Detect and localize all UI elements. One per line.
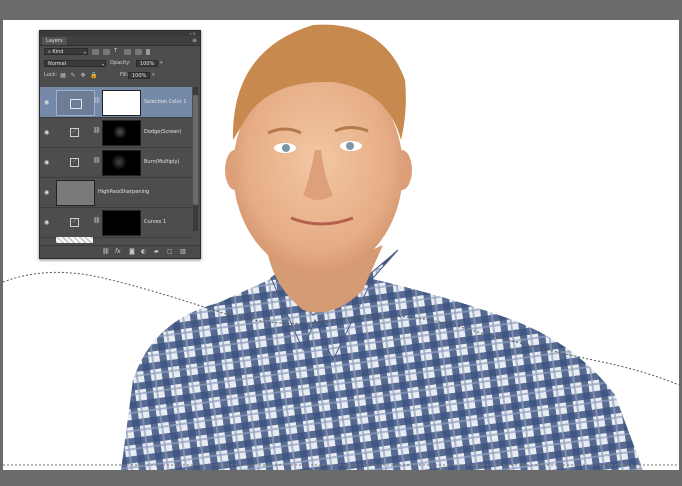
mask-link-icon[interactable]: ⛓ [93,97,101,104]
lock-label: Lock: [44,72,58,78]
filter-shape-icon[interactable] [124,49,131,55]
folder-icon[interactable]: ▰ [154,248,159,255]
adjustment-thumbnail [56,90,95,116]
filter-type-icon[interactable]: T [114,48,117,55]
layers-bottom-toolbar: ⛓ fx ◙ ◐ ▰ ▢ ▥ [40,245,200,258]
opacity-input[interactable]: 100% [136,60,158,67]
visibility-eye-icon[interactable]: ◉ [44,129,49,136]
layer-mask-thumbnail[interactable] [102,120,141,146]
adjustment-icon[interactable]: ◐ [141,248,146,255]
lock-paint-icon[interactable]: ✎ [70,73,76,79]
lock-all-icon[interactable]: 🔒 [90,73,97,79]
layer-list: ◉ ⛓ Selection Color 1 ◉ ⟋ ⛓ Dodge(Screen… [40,87,192,258]
layer-highpass-sharpening[interactable]: ◉ HighPassSharpening [40,177,192,208]
layer-burn-multiply[interactable]: ◉ ⟋ ⛓ Burn(Multiply) [40,147,192,178]
layers-panel: «× Layers ≡ ⌕ Kind ▾ T Normal ▾ Opacity:… [39,30,201,259]
visibility-eye-icon[interactable]: ◉ [44,189,49,196]
fill-input[interactable]: 100% [128,72,150,79]
link-icon[interactable]: ⛓ [102,248,110,255]
tab-layers[interactable]: Layers [42,37,67,45]
lock-row: Lock: ▦ ✎ ✥ 🔒 Fill: 100% ▾ [40,70,200,82]
fx-icon[interactable]: fx [115,248,121,255]
shirt-body [121,278,643,470]
layer-name[interactable]: Selection Color 1 [144,99,186,105]
layers-scrollbar[interactable] [193,87,198,231]
blend-mode-value: Normal [48,61,67,67]
layers-tab-bar: Layers ≡ [40,36,200,46]
panel-menu-icon[interactable]: ≡ [192,37,197,44]
chevron-down-icon: ▾ [83,50,86,55]
opacity-label: Opacity: [110,60,131,66]
layer-name[interactable]: Curves 1 [144,219,166,225]
curves-adjustment-icon: ⟋ [70,218,79,227]
layer-mask-thumbnail[interactable] [102,150,141,176]
filter-pixel-icon[interactable] [92,49,99,55]
layer-curves-1[interactable]: ◉ ⟋ ⛓ Curves 1 [40,207,192,238]
fill-dropdown-icon[interactable]: ▾ [152,72,155,79]
new-layer-icon[interactable]: ▢ [167,248,173,255]
lock-move-icon[interactable]: ✥ [80,73,86,79]
scrollbar-thumb[interactable] [193,95,198,205]
filter-row: ⌕ Kind ▾ T [40,46,200,58]
layer-name[interactable]: Burn(Multiply) [144,159,179,165]
partial-layer-thumbnail [56,237,93,243]
mask-link-icon[interactable]: ⛓ [93,127,101,134]
visibility-eye-icon[interactable]: ◉ [44,219,49,226]
layer-name[interactable]: HighPassSharpening [98,189,149,195]
layer-mask-thumbnail[interactable] [102,90,141,116]
mask-link-icon[interactable]: ⛓ [93,157,101,164]
visibility-eye-icon[interactable]: ◉ [44,159,49,166]
mask-link-icon[interactable]: ⛓ [93,217,101,224]
filter-adjustment-icon[interactable] [103,49,110,55]
chevron-down-icon: ▾ [101,62,104,67]
filter-toggle-icon[interactable] [146,49,150,55]
curves-adjustment-icon: ⟋ [70,128,79,137]
filter-smart-object-icon[interactable] [135,49,142,55]
curves-adjustment-icon: ⟋ [70,158,79,167]
blend-mode-dropdown[interactable]: Normal ▾ [44,60,106,67]
filter-kind-value: Kind [52,49,64,55]
opacity-dropdown-icon[interactable]: ▾ [160,60,163,67]
visibility-eye-icon[interactable]: ◉ [44,99,49,106]
layer-thumbnail [56,180,95,206]
layer-name[interactable]: Dodge(Screen) [144,129,181,135]
layer-mask-thumbnail[interactable] [102,210,141,236]
layer-dodge-screen[interactable]: ◉ ⟋ ⛓ Dodge(Screen) [40,117,192,148]
trash-icon[interactable]: ▥ [180,248,186,255]
mask-icon[interactable]: ◙ [129,248,135,255]
filter-kind-dropdown[interactable]: ⌕ Kind ▾ [44,48,88,55]
blend-row: Normal ▾ Opacity: 100% ▾ [40,58,200,70]
layer-selection-color-1[interactable]: ◉ ⛓ Selection Color 1 [40,87,192,118]
lock-transparent-icon[interactable]: ▦ [60,73,66,79]
